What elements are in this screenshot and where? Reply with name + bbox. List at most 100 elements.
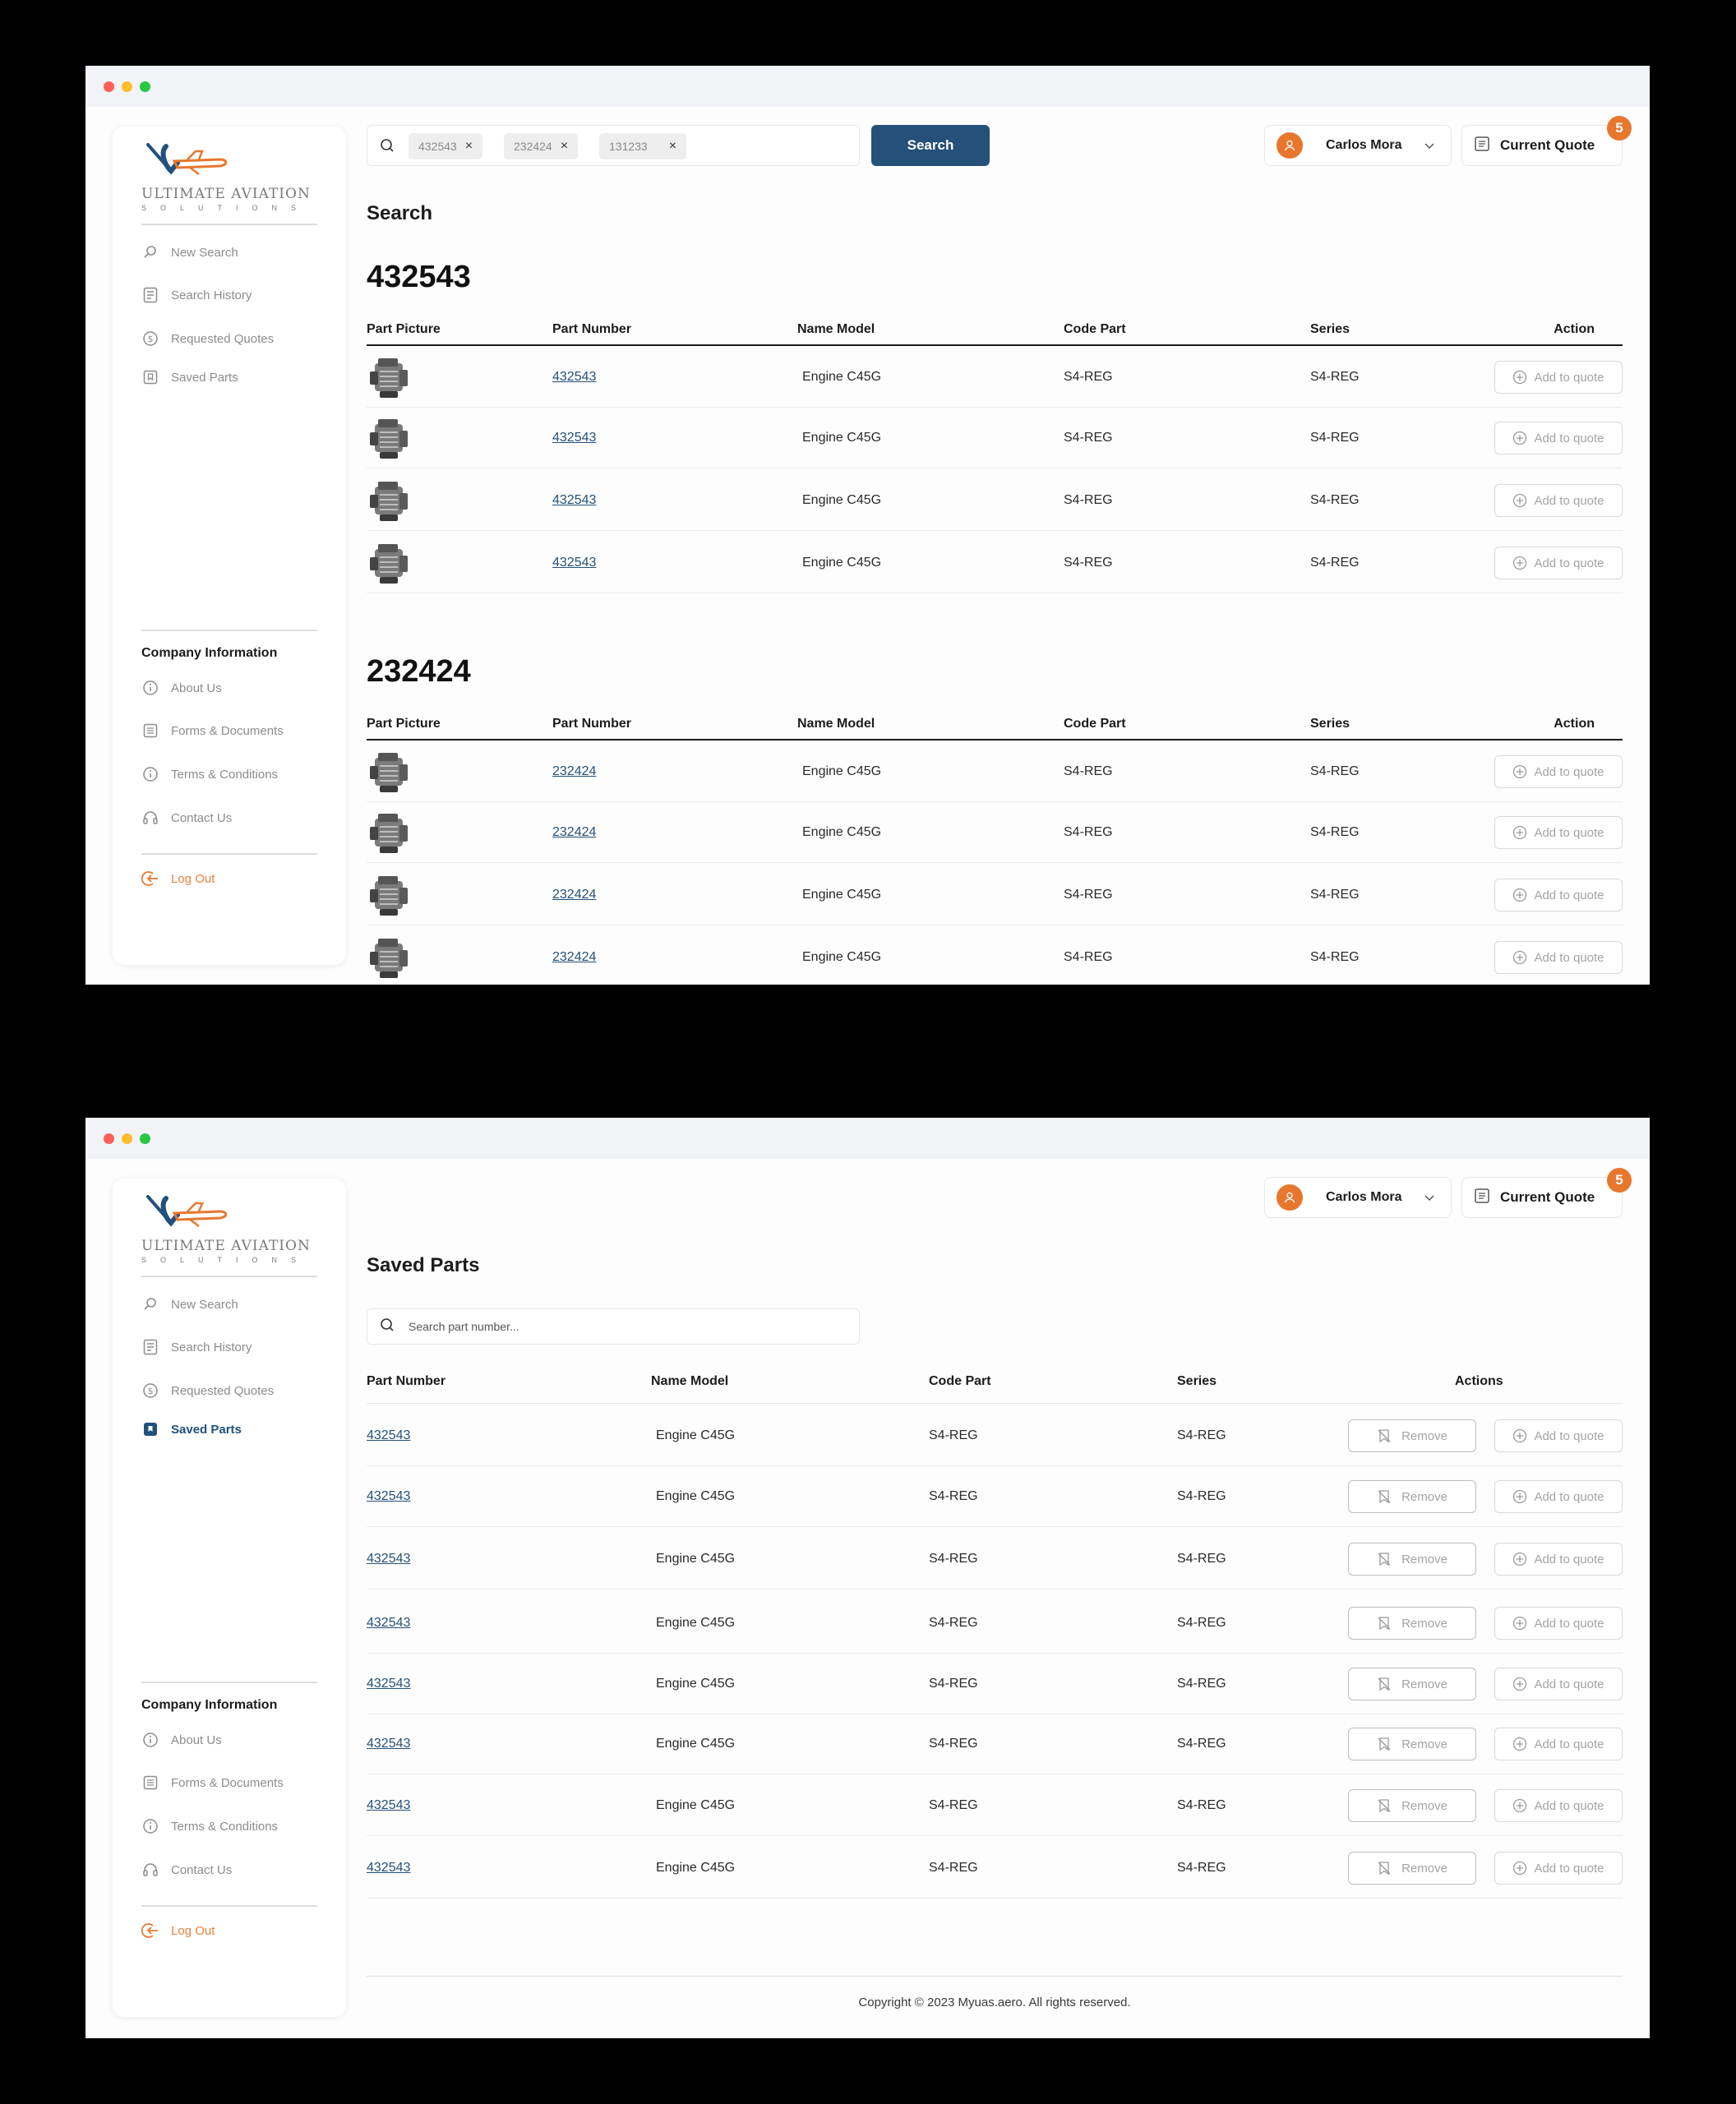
part-number-link[interactable]: 432543 (367, 1714, 410, 1774)
add-to-quote-label: Add to quote (1534, 825, 1604, 840)
remove-button[interactable]: Remove (1348, 1668, 1476, 1700)
part-number-link[interactable]: 432543 (552, 347, 596, 407)
remove-button[interactable]: Remove (1348, 1728, 1476, 1760)
nav-forms-documents[interactable]: Forms & Documents (141, 1772, 284, 1793)
close-icon[interactable]: × (561, 139, 568, 154)
remove-button[interactable]: Remove (1348, 1419, 1476, 1452)
nav-contact-us[interactable]: Contact Us (141, 1859, 232, 1880)
nav-requested-quotes[interactable]: $ Requested Quotes (141, 1380, 274, 1401)
user-menu[interactable]: Carlos Mora (1264, 1177, 1452, 1218)
user-menu[interactable]: Carlos Mora (1264, 125, 1452, 166)
part-number-link[interactable]: 432543 (367, 1838, 410, 1898)
add-to-quote-button[interactable]: Add to quote (1494, 1480, 1623, 1513)
close-icon[interactable]: × (669, 139, 676, 154)
part-number-link[interactable]: 232424 (552, 802, 596, 862)
remove-button[interactable]: Remove (1348, 1543, 1476, 1576)
remove-label: Remove (1401, 1428, 1447, 1443)
series-cell: S4-REG (1310, 430, 1360, 445)
remove-button[interactable]: Remove (1348, 1852, 1476, 1885)
add-to-quote-button[interactable]: Add to quote (1494, 1419, 1623, 1452)
brand-subtitle: SOLUTIONS (141, 1256, 311, 1264)
add-to-quote-button[interactable]: Add to quote (1494, 879, 1623, 911)
add-to-quote-button[interactable]: Add to quote (1494, 484, 1623, 517)
add-to-quote-button[interactable]: Add to quote (1494, 547, 1623, 579)
remove-button[interactable]: Remove (1348, 1480, 1476, 1513)
add-to-quote-button[interactable]: Add to quote (1494, 1607, 1623, 1640)
nav-saved-parts[interactable]: Saved Parts (141, 367, 238, 388)
search-part-number-field[interactable] (367, 1308, 860, 1345)
nav-new-search[interactable]: New Search (141, 1294, 238, 1315)
part-number-link[interactable]: 432543 (367, 1654, 410, 1714)
search-input[interactable] (409, 1320, 820, 1333)
add-to-quote-button[interactable]: Add to quote (1494, 361, 1623, 394)
add-to-quote-button[interactable]: Add to quote (1494, 816, 1623, 849)
add-to-quote-button[interactable]: Add to quote (1494, 1543, 1623, 1576)
add-to-quote-button[interactable]: Add to quote (1494, 1789, 1623, 1822)
close-icon[interactable]: × (465, 139, 473, 154)
part-number-link[interactable]: 432543 (367, 1405, 410, 1465)
part-number-link[interactable]: 432543 (367, 1466, 410, 1526)
nav-requested-quotes[interactable]: $ Requested Quotes (141, 328, 274, 349)
add-to-quote-button[interactable]: Add to quote (1494, 1668, 1623, 1700)
nav-label: About Us (171, 681, 222, 695)
nav-log-out[interactable]: Log Out (141, 1920, 215, 1941)
group-title: 232424 (367, 654, 471, 689)
part-number-link[interactable]: 232424 (552, 741, 596, 801)
part-number-link[interactable]: 432543 (552, 533, 596, 593)
part-number-link[interactable]: 432543 (367, 1775, 410, 1835)
brand-logo[interactable]: ULTIMATE AVIATION SOLUTIONS (141, 141, 314, 215)
series-cell: S4-REG (1177, 1488, 1226, 1503)
nav-terms-conditions[interactable]: Terms & Conditions (141, 1816, 278, 1837)
nav-about-us[interactable]: About Us (141, 677, 222, 699)
search-button[interactable]: Search (871, 125, 990, 166)
series-cell: S4-REG (1177, 1428, 1226, 1442)
remove-label: Remove (1401, 1861, 1447, 1876)
add-to-quote-button[interactable]: Add to quote (1494, 1728, 1623, 1760)
engine-part-image (370, 481, 408, 521)
part-number-link[interactable]: 232424 (552, 927, 596, 985)
nav-search-history[interactable]: Search History (141, 284, 252, 306)
part-number-link[interactable]: 232424 (552, 865, 596, 925)
close-window-button[interactable] (104, 1133, 114, 1144)
close-window-button[interactable] (104, 81, 114, 92)
nav-forms-documents[interactable]: Forms & Documents (141, 720, 284, 741)
minimize-window-button[interactable] (122, 81, 132, 92)
remove-button[interactable]: Remove (1348, 1607, 1476, 1640)
nav-contact-us[interactable]: Contact Us (141, 807, 232, 828)
nav-label: Requested Quotes (171, 331, 275, 346)
search-input[interactable]: 432543 × 232424 × 131233 × (367, 125, 860, 166)
add-to-quote-button[interactable]: Add to quote (1494, 422, 1623, 454)
maximize-window-button[interactable] (140, 1133, 150, 1144)
column-header: Actions (1455, 1374, 1503, 1388)
nav-about-us[interactable]: About Us (141, 1729, 222, 1751)
search-chip[interactable]: 432543 × (409, 133, 483, 159)
part-number-link[interactable]: 432543 (367, 1593, 410, 1653)
series-cell: S4-REG (1310, 555, 1360, 570)
add-to-quote-button[interactable]: Add to quote (1494, 941, 1623, 974)
nav-terms-conditions[interactable]: Terms & Conditions (141, 764, 278, 785)
remove-button[interactable]: Remove (1348, 1789, 1476, 1822)
part-number-link[interactable]: 432543 (367, 1529, 410, 1589)
code-part-cell: S4-REG (929, 1860, 978, 1875)
nav-search-history[interactable]: Search History (141, 1336, 252, 1358)
nav-log-out[interactable]: Log Out (141, 868, 215, 889)
table-row: 432543 Engine C45G S4-REG S4-REG Remove Add t… (367, 1529, 1623, 1590)
current-quote-button[interactable]: Current Quote 5 (1461, 116, 1632, 166)
name-model-cell: Engine C45G (656, 1797, 736, 1812)
brand-logo[interactable]: ULTIMATE AVIATION SOLUTIONS (141, 1193, 314, 1267)
brand-name: ULTIMATE AVIATION (141, 186, 311, 202)
nav-new-search[interactable]: New Search (141, 242, 238, 263)
part-number-link[interactable]: 432543 (552, 408, 596, 468)
minimize-window-button[interactable] (122, 1133, 132, 1144)
table-row: 432543 Engine C45G S4-REG S4-REG Remove Add t… (367, 1654, 1623, 1714)
maximize-window-button[interactable] (140, 81, 150, 92)
add-to-quote-button[interactable]: Add to quote (1494, 1852, 1623, 1885)
part-number-link[interactable]: 432543 (552, 470, 596, 530)
bookmark-remove-icon (1378, 1862, 1391, 1876)
add-to-quote-button[interactable]: Add to quote (1494, 755, 1623, 788)
current-quote-button[interactable]: Current Quote 5 (1461, 1168, 1632, 1218)
search-chip[interactable]: 232424 × (504, 133, 579, 159)
nav-saved-parts[interactable]: Saved Parts (141, 1419, 242, 1440)
search-chip[interactable]: 131233 × (599, 133, 687, 159)
current-quote-label: Current Quote (1500, 137, 1595, 153)
